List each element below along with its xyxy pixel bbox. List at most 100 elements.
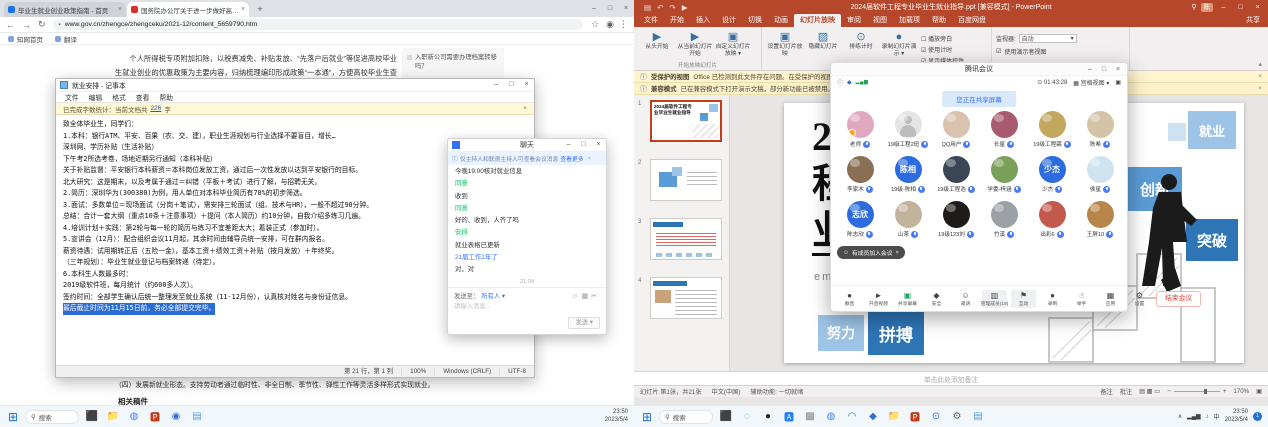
banner-more-link[interactable]: 查看更多	[560, 154, 583, 163]
fullscreen-icon[interactable]: ▣	[1115, 79, 1121, 86]
taskbar-app-icon[interactable]: ⬛	[84, 409, 100, 425]
participant-tile[interactable]: 老师	[836, 111, 884, 148]
qat-icon[interactable]: ▤	[644, 3, 651, 12]
reload-icon[interactable]: ↻	[38, 19, 46, 30]
taskbar-app-icon[interactable]: ●	[760, 409, 776, 425]
tray-volume-icon[interactable]: ♪	[1206, 414, 1209, 420]
chat-titlebar[interactable]: 聊天 – □ ×	[448, 139, 606, 152]
zoom-out-icon[interactable]: −	[1167, 388, 1171, 395]
maximize-button[interactable]: □	[602, 0, 618, 17]
ribbon-search-icon[interactable]: ⚲	[1191, 3, 1196, 11]
browser-tab[interactable]: 国务院办公厅关于进一步做好高校毕业生就业工作的通知 ×	[127, 2, 249, 17]
ribbon-tab[interactable]: 设计	[716, 14, 742, 27]
qat-icon[interactable]: ▶	[682, 3, 688, 12]
slide-thumbnail[interactable]: 1 2024届软件工程专业毕业生就业指导	[634, 100, 729, 142]
close-button[interactable]: ×	[519, 79, 534, 91]
minimize-button[interactable]: –	[1083, 63, 1097, 76]
meeting-tool-button[interactable]: ☝ 举手	[1069, 290, 1094, 308]
address-bar[interactable]: ▪ www.gov.cn/zhengce/zhengceku/2021-12/c…	[53, 19, 584, 30]
participant-tile[interactable]: 学委-梓涵	[980, 156, 1028, 193]
tab-close-icon[interactable]: ×	[118, 6, 122, 13]
fit-to-window-icon[interactable]: ▣	[1256, 388, 1262, 395]
emoji-icon[interactable]: ☺	[571, 293, 581, 300]
meeting-tool-button[interactable]: ● 静音	[837, 290, 862, 308]
taskbar-search[interactable]: ⚲ 搜索	[25, 410, 79, 424]
meeting-tool-button[interactable]: ◆ 安全	[924, 290, 949, 308]
taskbar-app-icon[interactable]: 📁	[886, 409, 902, 425]
minimize-button[interactable]: –	[586, 0, 602, 17]
chat-input[interactable]	[454, 303, 600, 310]
participant-tile[interactable]: 侯星	[1076, 156, 1124, 193]
meeting-tool-button[interactable]: ▣ 共享屏幕	[895, 290, 920, 308]
participant-tile[interactable]: 志欣 陈志欣	[836, 201, 884, 238]
image-icon[interactable]: ▦	[582, 293, 592, 300]
ribbon-tab[interactable]: 切换	[742, 14, 768, 27]
participant-tile[interactable]: 少杰 少杰	[1028, 156, 1076, 193]
slide-thumbnail[interactable]: 2	[634, 159, 729, 201]
ribbon-tab[interactable]: 加载项	[893, 14, 926, 27]
related-question-link[interactable]: 入职新公司需要办理档案转移吗？	[407, 54, 499, 71]
notification-badge[interactable]: 1	[1253, 412, 1262, 421]
taskbar-search[interactable]: ⚲ 搜索	[659, 410, 713, 424]
slide-block-pinbo[interactable]: 拼搏	[868, 311, 924, 355]
meeting-tool-button[interactable]: ▦ 应用	[1098, 290, 1123, 308]
ribbon-tab[interactable]: 开始	[664, 14, 690, 27]
taskbar-app-icon[interactable]: ▩	[802, 409, 818, 425]
participant-tile[interactable]: 王胖10	[1076, 201, 1124, 238]
slide-thumbnail[interactable]: 3	[634, 218, 729, 260]
taskbar-app-icon[interactable]: ◠	[844, 409, 860, 425]
slide-thumbnail[interactable]: 4	[634, 277, 729, 319]
forward-icon[interactable]: →	[22, 20, 31, 30]
bookmark-star-icon[interactable]: ☆	[591, 19, 599, 30]
qat-icon[interactable]: ↶	[657, 3, 663, 12]
bookmark-item[interactable]: 知网首页	[8, 34, 43, 44]
minimize-button[interactable]: –	[489, 79, 504, 91]
meeting-tool-button[interactable]: ⚙ 设置	[1127, 290, 1152, 308]
infobar-close-icon[interactable]: ×	[523, 105, 527, 112]
zoom-percentage[interactable]: 170%	[1233, 388, 1249, 395]
meeting-titlebar[interactable]: 腾讯会议 – □ ×	[831, 63, 1127, 76]
taskbar-app-icon[interactable]: ◆	[865, 409, 881, 425]
ribbon-tab[interactable]: 动画	[768, 14, 794, 27]
menu-item[interactable]: 编辑	[84, 92, 108, 102]
notes-toggle[interactable]: 备注	[1100, 387, 1112, 396]
taskbar-app-icon[interactable]: 🅿	[147, 409, 163, 425]
meeting-tool-button[interactable]: ☺ 邀请	[953, 290, 978, 308]
slide-block-nuli[interactable]: 努力	[818, 315, 864, 351]
browser-tab[interactable]: 毕业生就业创业政策指南 - 首页 ×	[4, 2, 126, 17]
tray-chevron-icon[interactable]: ∧	[1178, 413, 1182, 420]
participant-tile[interactable]: 长星	[980, 111, 1028, 148]
taskbar-app-icon[interactable]: ▤	[189, 409, 205, 425]
close-button[interactable]: ×	[618, 0, 634, 17]
account-avatar[interactable]: 陈	[1201, 3, 1214, 12]
taskbar-app-icon[interactable]: 🅰	[781, 409, 797, 425]
view-buttons[interactable]: ▤ ▦ ▭	[1139, 388, 1160, 395]
chat-message-list[interactable]: 今晚19:00核对就业信息同意收到同意好的、收到，人齐了吗安排就业表格已更新21…	[448, 165, 606, 287]
maximize-button[interactable]: □	[1234, 4, 1247, 11]
participant-tile[interactable]: 19级123刘	[932, 201, 980, 238]
taskbar-app-icon[interactable]: ⚙	[949, 409, 965, 425]
ribbon-tab[interactable]: 幻灯片放映	[794, 14, 841, 27]
bookmark-item[interactable]: 翻译	[55, 34, 77, 44]
monitor-select[interactable]: 自动▾	[1019, 34, 1077, 43]
meeting-tool-button[interactable]: ⚑ 互动	[1011, 290, 1036, 308]
menu-item[interactable]: 帮助	[154, 92, 178, 102]
tray-network-icon[interactable]: ▂▄▆	[1187, 413, 1200, 420]
zoom-control[interactable]: −+	[1167, 388, 1226, 395]
participant-tile[interactable]: 陈希	[1076, 111, 1124, 148]
taskbar-app-icon[interactable]: ◍	[823, 409, 839, 425]
end-meeting-button[interactable]: 结束会议	[1156, 291, 1201, 307]
collapse-ribbon-icon[interactable]: ▴	[1258, 60, 1268, 70]
share-button[interactable]: 共享	[1246, 15, 1260, 27]
notes-pane[interactable]: 单击此处添加备注	[634, 371, 1268, 385]
profile-avatar[interactable]: ◉	[606, 19, 614, 30]
powerpoint-titlebar[interactable]: ▤↶↷▶ 2024届软件工程专业毕业生就业指导.ppt [兼容模式] - Pow…	[634, 0, 1268, 14]
minimize-button[interactable]: –	[1217, 4, 1230, 11]
participant-tile[interactable]: 竹溪	[980, 201, 1028, 238]
ribbon-tab[interactable]: 百度网盘	[952, 14, 992, 27]
ribbon-tab[interactable]: 审阅	[841, 14, 867, 27]
taskbar-app-icon[interactable]: ◍	[126, 409, 142, 425]
taskbar-app-icon[interactable]: ⊙	[928, 409, 944, 425]
minimize-button[interactable]: –	[561, 139, 576, 151]
taskbar-app-icon[interactable]: 📁	[105, 409, 121, 425]
